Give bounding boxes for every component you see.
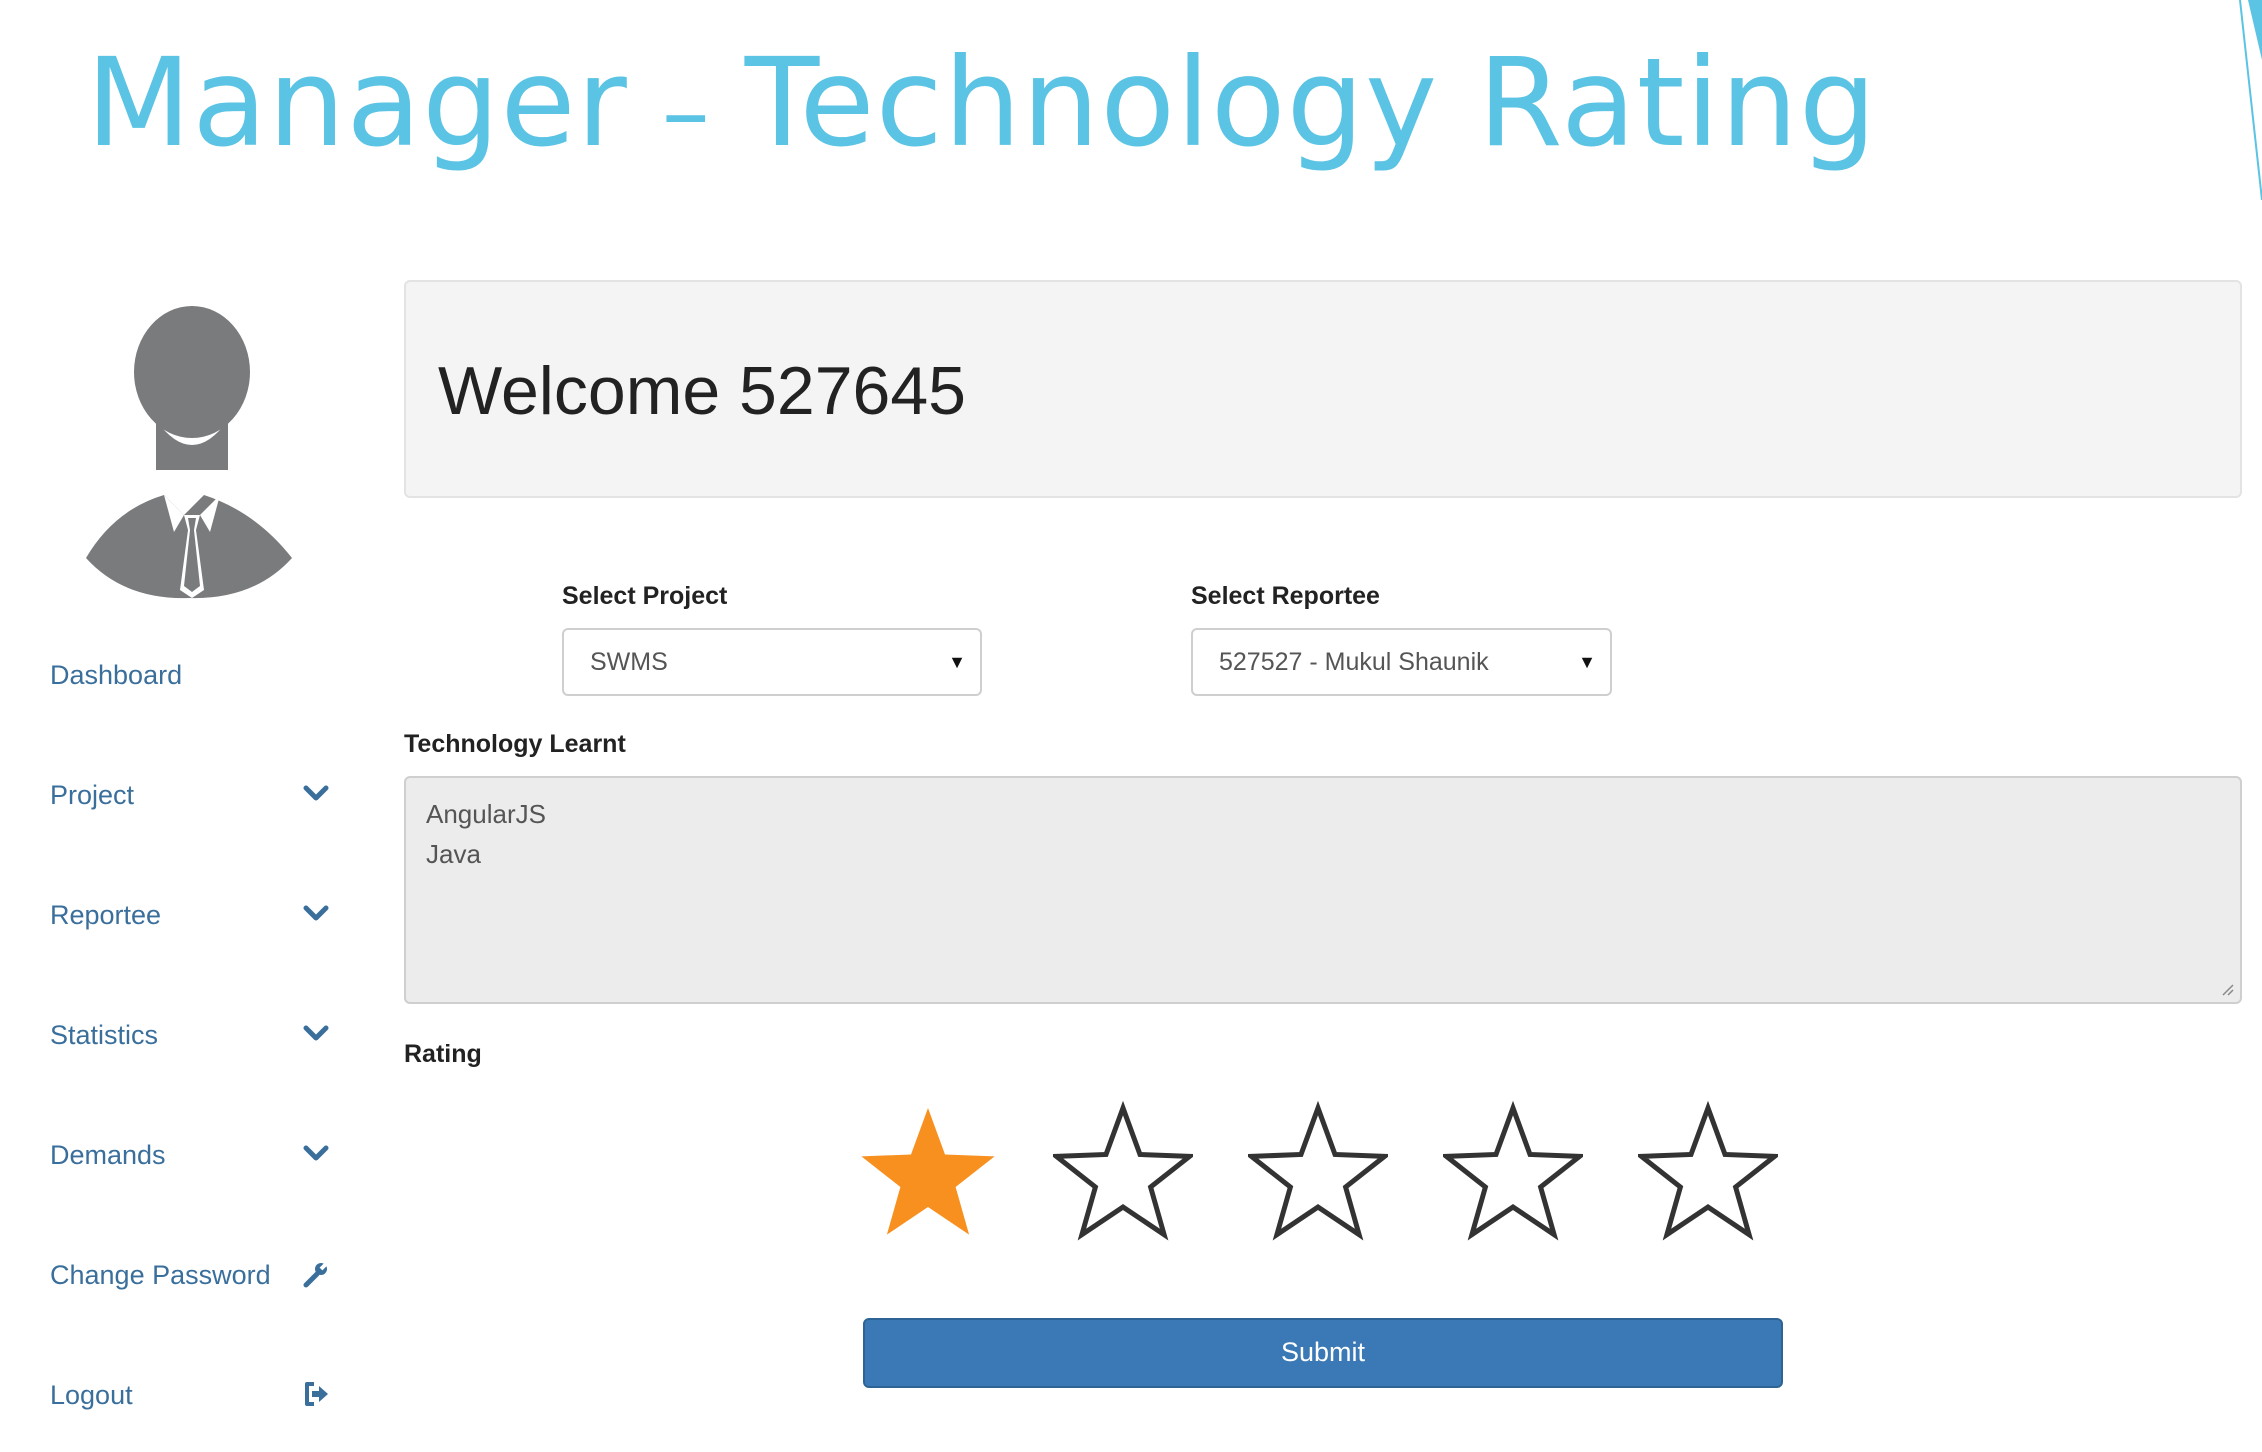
sidebar-item-demands[interactable]: Demands	[50, 1120, 340, 1240]
sidebar-item-label: Change Password	[50, 1260, 271, 1290]
project-select-value: SWMS	[590, 648, 668, 676]
sign-out-icon[interactable]	[302, 1380, 330, 1408]
sidebar-item-label: Project	[50, 780, 135, 810]
sidebar-item-label: Dashboard	[50, 660, 183, 690]
chevron-down-icon[interactable]	[302, 780, 330, 808]
welcome-heading: Welcome 527645	[438, 353, 966, 429]
sidebar-item-statistics[interactable]: Statistics	[50, 1000, 340, 1120]
sidebar-item-label: Logout	[50, 1380, 133, 1410]
sidebar-item-project[interactable]: Project	[50, 760, 340, 880]
technology-learnt-label: Technology Learnt	[404, 730, 626, 758]
sidebar-item-label: Demands	[50, 1140, 166, 1170]
title-separator: –	[661, 56, 711, 168]
sidebar-nav: Dashboard Project Reportee Statistics De…	[50, 640, 340, 1452]
dropdown-caret-icon: ▼	[1578, 652, 1596, 672]
project-select[interactable]: SWMS ▼	[562, 628, 982, 696]
welcome-panel: Welcome 527645	[404, 280, 2242, 498]
star-outline-icon[interactable]	[1248, 1100, 1388, 1250]
slide-title: Manager – Technology Rating	[86, 28, 1877, 187]
star-outline-icon[interactable]	[1443, 1100, 1583, 1250]
sidebar-item-change-password[interactable]: Change Password	[50, 1240, 340, 1360]
star-outline-icon[interactable]	[1053, 1100, 1193, 1250]
star-filled-icon[interactable]	[858, 1100, 998, 1250]
chevron-down-icon[interactable]	[302, 1020, 330, 1048]
title-part-technology-rating: Technology Rating	[744, 32, 1878, 174]
corner-decoration	[2239, 0, 2262, 200]
technology-learnt-textarea[interactable]: AngularJS Java	[404, 776, 2242, 1004]
user-silhouette-icon	[86, 306, 292, 599]
rating-label: Rating	[404, 1040, 482, 1068]
select-reportee-label: Select Reportee	[1191, 582, 1380, 610]
reportee-select[interactable]: 527527 - Mukul Shaunik ▼	[1191, 628, 1612, 696]
sidebar-item-logout[interactable]: Logout	[50, 1360, 340, 1452]
resize-grip-icon[interactable]	[2218, 980, 2234, 996]
sidebar-item-label: Reportee	[50, 900, 162, 930]
star-rating	[858, 1100, 1778, 1250]
chevron-down-icon[interactable]	[302, 900, 330, 928]
wrench-icon[interactable]	[302, 1260, 330, 1288]
chevron-down-icon[interactable]	[302, 1140, 330, 1168]
title-part-manager: Manager	[86, 32, 628, 174]
technology-line: Java	[426, 839, 481, 869]
sidebar-item-reportee[interactable]: Reportee	[50, 880, 340, 1000]
technology-line: AngularJS	[426, 799, 546, 829]
dropdown-caret-icon: ▼	[948, 652, 966, 672]
submit-button[interactable]: Submit	[863, 1318, 1783, 1388]
sidebar-item-label: Statistics	[50, 1020, 159, 1050]
slide: Manager – Technology Rating Dashboard Proj…	[0, 0, 2262, 1452]
star-outline-icon[interactable]	[1638, 1100, 1778, 1250]
sidebar-item-dashboard[interactable]: Dashboard	[50, 640, 340, 760]
reportee-select-value: 527527 - Mukul Shaunik	[1219, 648, 1489, 676]
select-project-label: Select Project	[562, 582, 728, 610]
